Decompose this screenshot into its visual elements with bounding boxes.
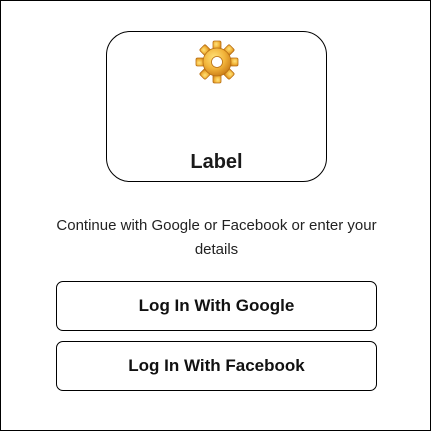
login-panel: Label Continue with Google or Facebook o… bbox=[0, 0, 431, 431]
logo-card: Label bbox=[106, 31, 327, 182]
gear-icon bbox=[195, 40, 239, 84]
facebook-login-button[interactable]: Log In With Facebook bbox=[56, 341, 377, 391]
google-login-button[interactable]: Log In With Google bbox=[56, 281, 377, 331]
logo-label: Label bbox=[190, 151, 243, 173]
login-instructions: Continue with Google or Facebook or ente… bbox=[56, 217, 377, 258]
